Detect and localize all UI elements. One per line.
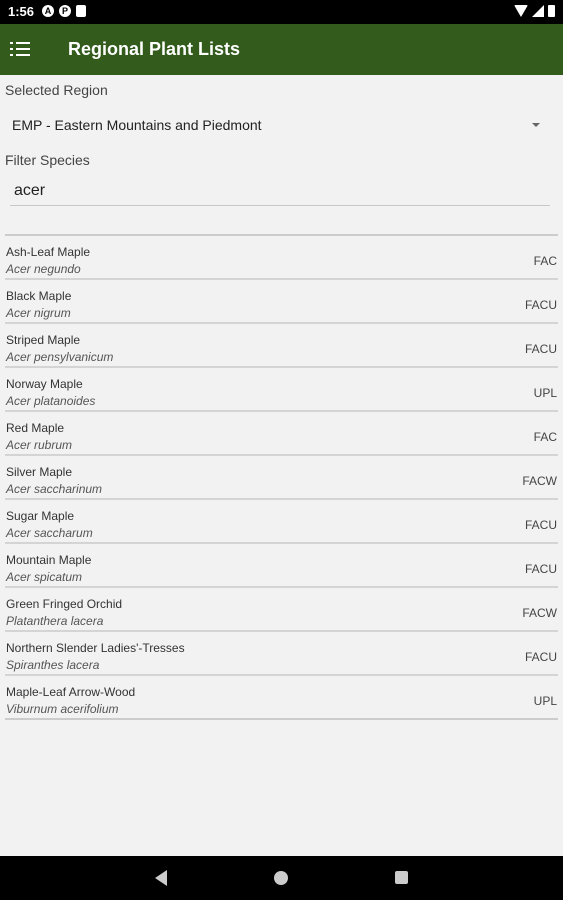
wifi-icon: [514, 5, 528, 17]
status-time: 1:56: [8, 4, 35, 19]
species-scientific-name: Acer pensylvanicum: [6, 350, 114, 364]
species-common-name: Northern Slender Ladies'-Tresses: [6, 641, 185, 655]
species-indicator-status: FACW: [522, 474, 557, 488]
list-item[interactable]: Mountain Maple Acer spicatum FACU: [5, 544, 558, 588]
home-icon[interactable]: [274, 871, 288, 885]
list-item[interactable]: Black Maple Acer nigrum FACU: [5, 280, 558, 324]
list-item[interactable]: Maple-Leaf Arrow-Wood Viburnum acerifoliu…: [5, 676, 558, 718]
species-common-name: Mountain Maple: [6, 553, 92, 567]
species-common-name: Black Maple: [6, 289, 72, 303]
back-icon[interactable]: [155, 870, 167, 886]
list-item[interactable]: Ash-Leaf Maple Acer negundo FAC: [5, 236, 558, 280]
species-indicator-status: FACU: [524, 518, 557, 532]
species-list: Ash-Leaf Maple Acer negundo FAC Black Maple…: [5, 234, 558, 720]
species-scientific-name: Acer rubrum: [6, 438, 73, 452]
list-item[interactable]: Northern Slender Ladies'-Tresses Spiranth…: [5, 632, 558, 676]
region-dropdown[interactable]: EMP - Eastern Mountains and Piedmont: [5, 110, 550, 140]
species-common-name: Green Fringed Orchid: [6, 597, 123, 611]
species-indicator-status: FAC: [533, 254, 557, 268]
navigation-bar: [0, 856, 563, 900]
list-item[interactable]: Red Maple Acer rubrum FAC: [5, 412, 558, 456]
species-common-name: Striped Maple: [6, 333, 81, 347]
filter-species-input[interactable]: [10, 176, 550, 206]
species-scientific-name: Platanthera lacera: [6, 614, 104, 628]
list-item[interactable]: Norway Maple Acer platanoides UPL: [5, 368, 558, 412]
species-scientific-name: Spiranthes lacera: [6, 658, 100, 672]
region-value: EMP - Eastern Mountains and Piedmont: [12, 117, 262, 133]
species-scientific-name: Acer saccharinum: [6, 482, 103, 496]
list-item[interactable]: Silver Maple Acer saccharinum FACW: [5, 456, 558, 500]
app-bar: Regional Plant Lists: [0, 24, 563, 75]
list-item[interactable]: Striped Maple Acer pensylvanicum FACU: [5, 324, 558, 368]
species-common-name: Red Maple: [6, 421, 65, 435]
notification-p-icon: P: [59, 5, 71, 17]
species-scientific-name: Acer spicatum: [6, 570, 83, 584]
species-scientific-name: Acer saccharum: [6, 526, 93, 540]
species-scientific-name: Acer platanoides: [6, 394, 96, 408]
species-indicator-status: FACU: [524, 562, 557, 576]
species-indicator-status: FACU: [524, 298, 557, 312]
list-item[interactable]: Green Fringed Orchid Platanthera lacera FA…: [5, 588, 558, 632]
species-scientific-name: Acer nigrum: [6, 306, 71, 320]
region-label: Selected Region: [5, 82, 108, 98]
species-common-name: Norway Maple: [6, 377, 83, 391]
menu-icon[interactable]: [10, 41, 32, 57]
species-scientific-name: Viburnum acerifolium: [6, 702, 119, 716]
species-common-name: Ash-Leaf Maple: [6, 245, 91, 259]
battery-icon: [548, 5, 555, 17]
species-indicator-status: FACU: [524, 342, 557, 356]
species-indicator-status: UPL: [533, 386, 557, 400]
clipboard-icon: [76, 5, 86, 17]
species-common-name: Sugar Maple: [6, 509, 75, 523]
species-indicator-status: UPL: [533, 694, 557, 708]
filter-label: Filter Species: [5, 152, 90, 168]
species-indicator-status: FACU: [524, 650, 557, 664]
recents-icon[interactable]: [395, 871, 408, 884]
list-item[interactable]: Sugar Maple Acer saccharum FACU: [5, 500, 558, 544]
page-title: Regional Plant Lists: [68, 39, 241, 59]
dropdown-arrow-icon: [532, 123, 540, 127]
species-indicator-status: FACW: [522, 606, 557, 620]
signal-icon: [532, 5, 544, 17]
status-bar: 1:56 A P: [0, 0, 563, 24]
species-common-name: Silver Maple: [6, 465, 73, 479]
notification-a-icon: A: [42, 5, 54, 17]
species-common-name: Maple-Leaf Arrow-Wood: [6, 685, 136, 699]
species-indicator-status: FAC: [533, 430, 557, 444]
species-scientific-name: Acer negundo: [6, 262, 81, 276]
